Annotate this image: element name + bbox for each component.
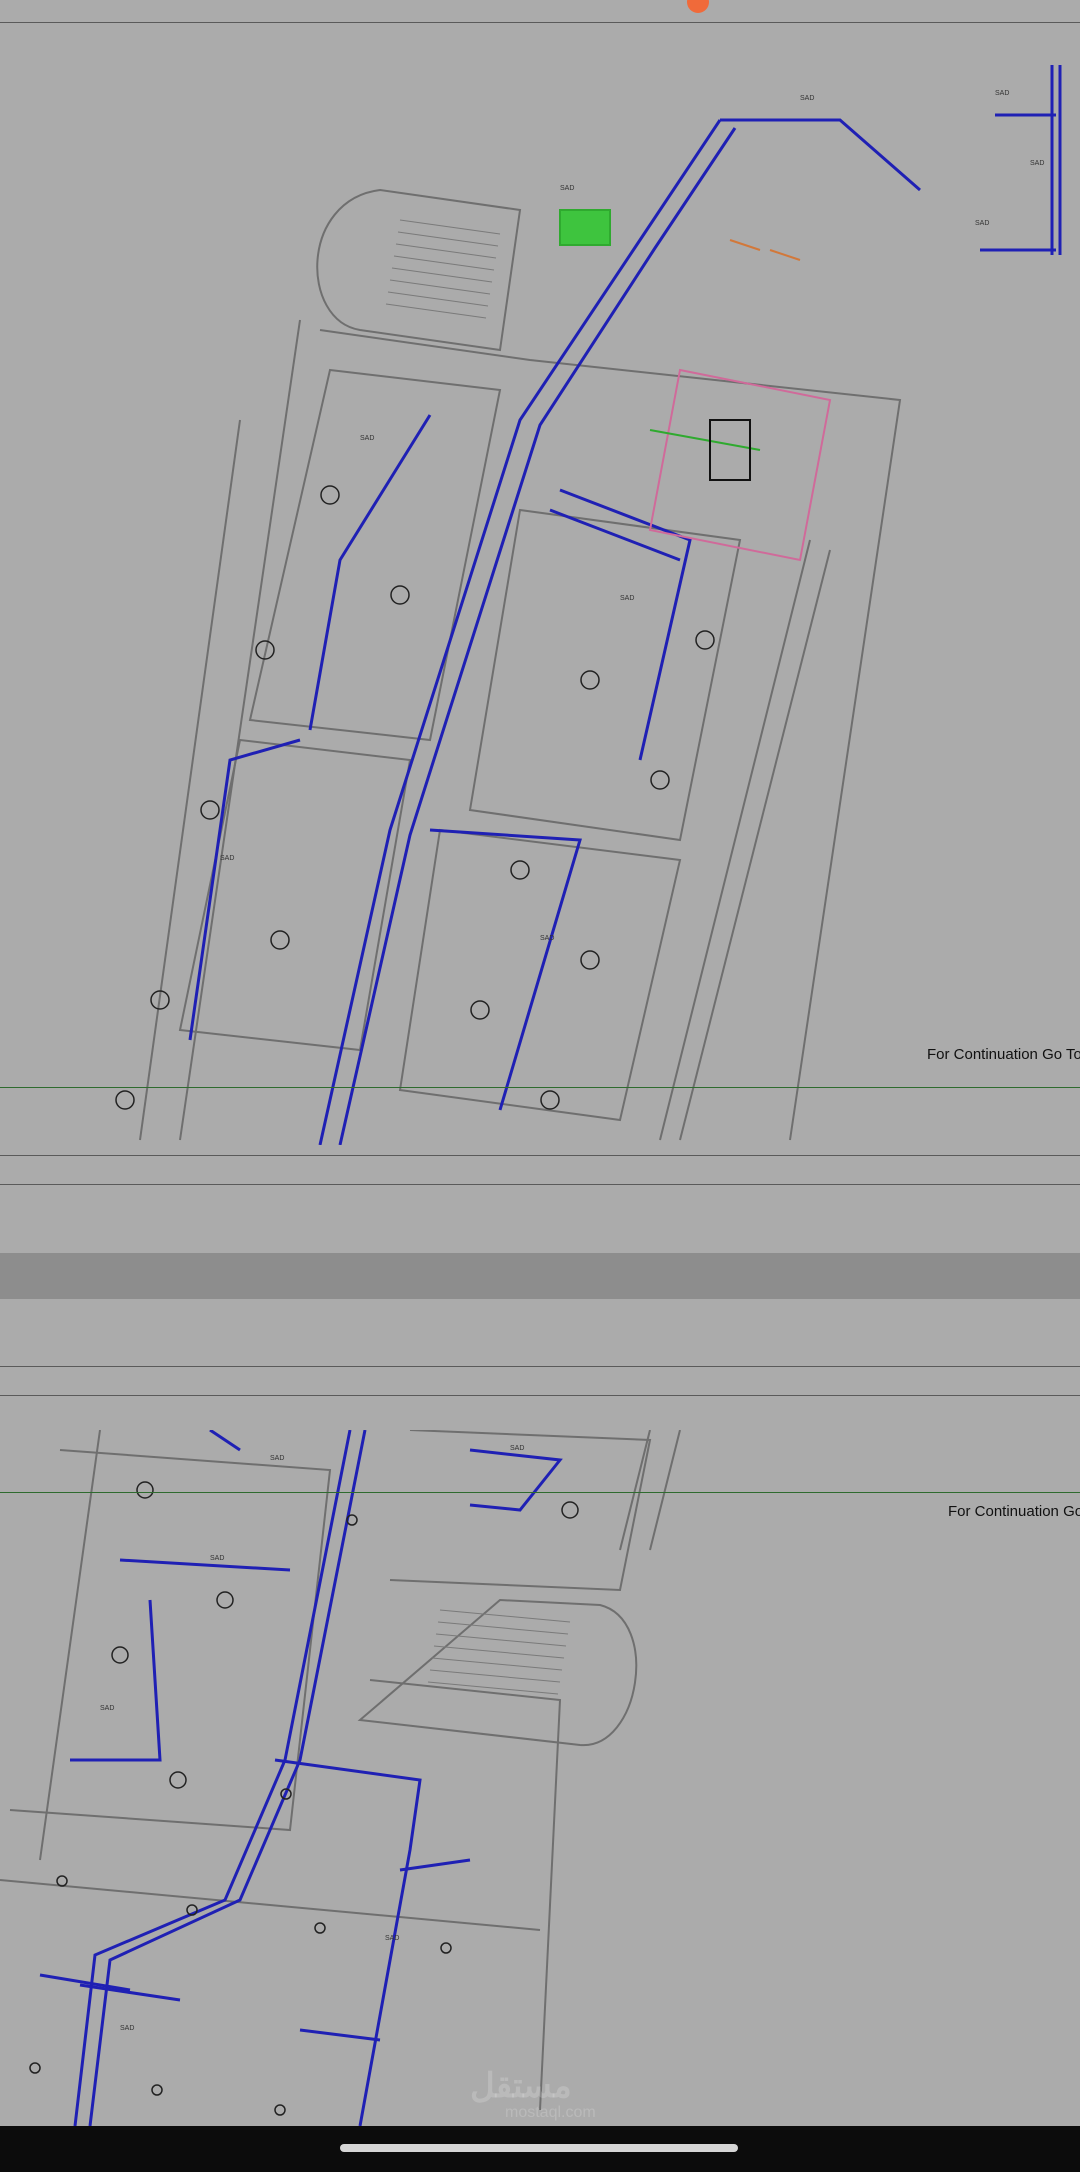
page-1-frame-line — [0, 1184, 1080, 1185]
home-indicator[interactable] — [340, 2144, 738, 2152]
riser-diagram: SAD SAD SAD — [970, 55, 1080, 265]
hvac-duct-plan-2: SAD SAD SAD SAD SAD SAD — [0, 1430, 681, 2126]
match-line-2 — [0, 1492, 1080, 1493]
floor-plan-drawing-1[interactable]: SAD SAD SAD SAD SAD SAD — [0, 40, 1080, 1145]
page-2-frame-line — [0, 1395, 1080, 1396]
svg-text:SAD: SAD — [120, 2025, 134, 2032]
hvac-duct-plan-1: SAD SAD SAD SAD SAD SAD — [115, 95, 921, 1145]
svg-text:SAD: SAD — [510, 1445, 524, 1452]
svg-text:SAD: SAD — [1030, 160, 1044, 167]
svg-text:SAD: SAD — [540, 935, 554, 942]
svg-text:SAD: SAD — [975, 220, 989, 227]
page-gap — [0, 1253, 1080, 1299]
svg-text:SAD: SAD — [995, 90, 1009, 97]
page-1-top-border — [0, 22, 1080, 23]
svg-text:SAD: SAD — [220, 855, 234, 862]
continuation-note-1: For Continuation Go To S — [927, 1046, 1080, 1063]
watermark-logo: مستقل — [470, 2067, 572, 2105]
recording-indicator — [687, 0, 709, 13]
page-2-top-border — [0, 1366, 1080, 1367]
svg-text:SAD: SAD — [100, 1705, 114, 1712]
match-line-1 — [0, 1087, 1080, 1088]
floor-plan-drawing-2[interactable]: SAD SAD SAD SAD SAD SAD — [0, 1430, 1080, 2126]
svg-text:SAD: SAD — [270, 1455, 284, 1462]
svg-text:SAD: SAD — [210, 1555, 224, 1562]
svg-text:SAD: SAD — [800, 95, 814, 102]
svg-text:SAD: SAD — [620, 595, 634, 602]
page-1-bottom-border — [0, 1155, 1080, 1156]
continuation-note-2: For Continuation Go T — [948, 1503, 1080, 1520]
svg-text:SAD: SAD — [560, 185, 574, 192]
svg-text:SAD: SAD — [385, 1935, 399, 1942]
svg-text:SAD: SAD — [360, 435, 374, 442]
watermark-url: mostaql.com — [505, 2104, 596, 2121]
